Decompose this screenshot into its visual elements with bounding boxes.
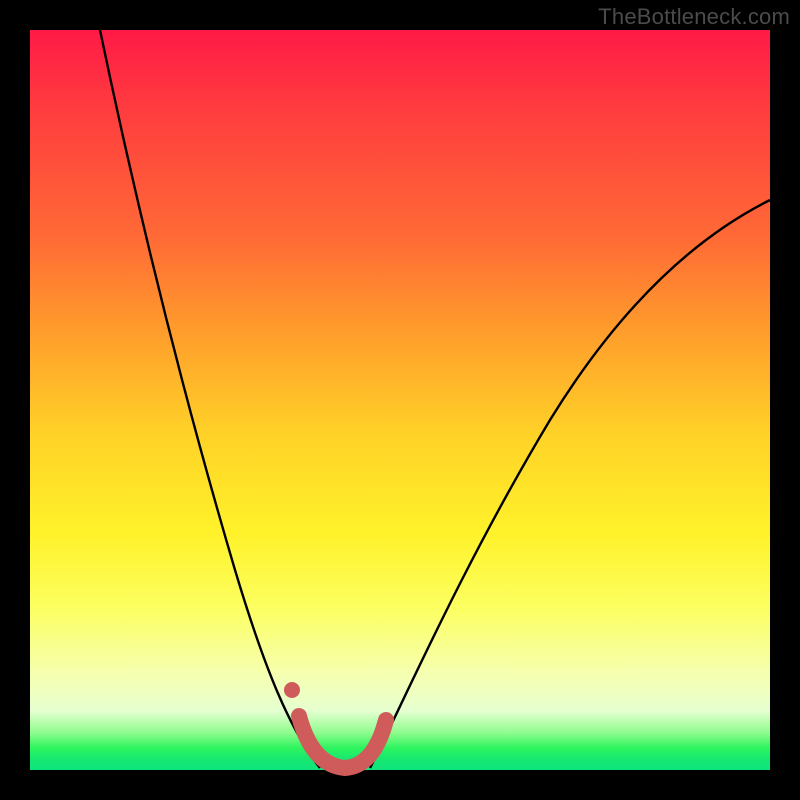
curve-left-branch (100, 30, 320, 768)
curve-right-branch (370, 200, 770, 768)
valley-highlight (299, 716, 386, 768)
chart-svg (30, 30, 770, 770)
chart-frame (30, 30, 770, 770)
valley-dot (284, 682, 300, 698)
watermark-text: TheBottleneck.com (598, 4, 790, 30)
